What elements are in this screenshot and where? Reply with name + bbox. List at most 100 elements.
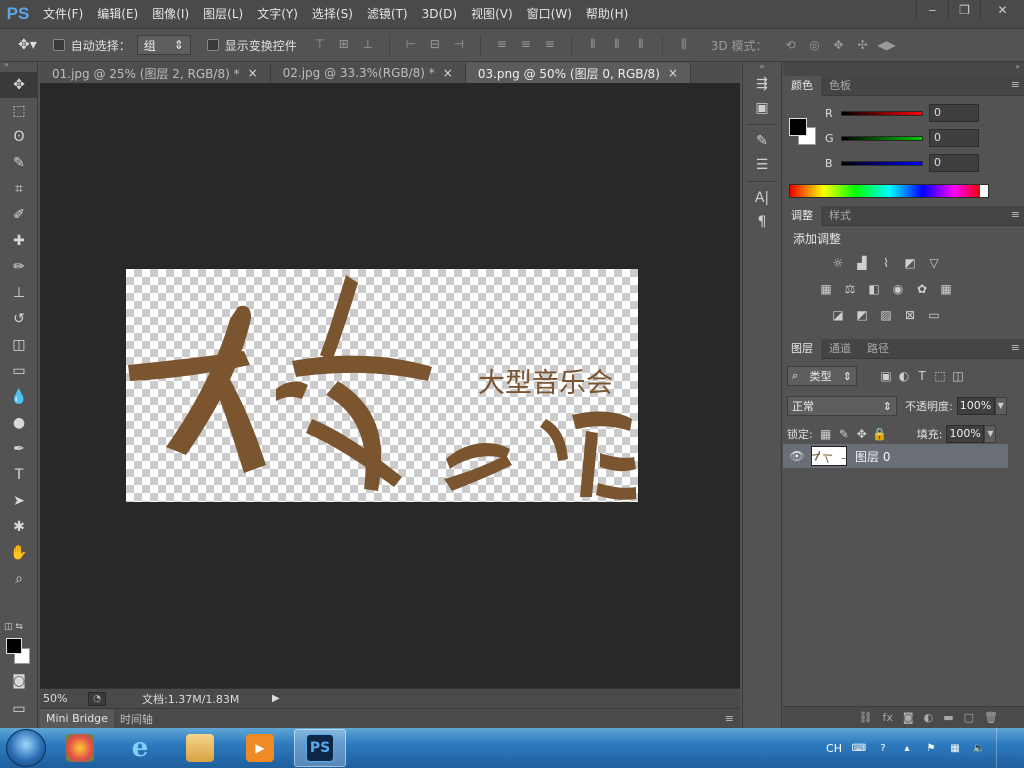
doc-tab-01[interactable]: 01.jpg @ 25% (图层 2, RGB/8) * ×	[40, 63, 271, 83]
layer-style-icon[interactable]: fx	[883, 711, 893, 724]
zoom-level[interactable]: 50%	[40, 692, 88, 705]
new-adjustment-icon[interactable]: ◐	[924, 711, 934, 724]
color-lookup-icon[interactable]: ▦	[937, 280, 955, 298]
history-icon[interactable]: ⇶	[743, 72, 781, 96]
tab-mini-bridge[interactable]: Mini Bridge	[40, 708, 114, 729]
menu-help[interactable]: 帮助(H)	[579, 0, 635, 28]
lock-all-icon[interactable]: 🔒	[871, 425, 889, 443]
menu-type[interactable]: 文字(Y)	[250, 0, 305, 28]
doc-tab-02[interactable]: 02.jpg @ 33.3%(RGB/8) * ×	[271, 63, 466, 83]
slider-blue[interactable]: B 0	[825, 152, 1015, 174]
close-button[interactable]: ✕	[980, 0, 1024, 20]
visibility-eye-icon[interactable]: 👁	[783, 449, 811, 463]
selective-color-icon[interactable]: ⊠	[901, 306, 919, 324]
move-tool-icon[interactable]: ✥	[0, 72, 38, 98]
align-vcenter-icon[interactable]: ⊞	[335, 35, 353, 53]
auto-select-checkbox[interactable]	[52, 39, 65, 51]
delete-layer-icon[interactable]: 🗑	[984, 711, 998, 724]
menu-view[interactable]: 视图(V)	[464, 0, 520, 28]
add-mask-icon[interactable]: ◙	[903, 711, 914, 724]
new-group-icon[interactable]: ▬	[943, 711, 953, 724]
volume-icon[interactable]: 🔈	[972, 741, 986, 755]
exposure-icon[interactable]: ◩	[901, 254, 919, 272]
brightness-icon[interactable]: ☼	[829, 254, 847, 272]
invert-icon[interactable]: ◪	[829, 306, 847, 324]
black-white-icon[interactable]: ◧	[865, 280, 883, 298]
network-icon[interactable]: ▦	[948, 741, 962, 755]
shape-tool-icon[interactable]: ✱	[0, 514, 38, 540]
panel-menu-icon[interactable]: ≡	[725, 712, 734, 725]
foreground-color-swatch[interactable]	[789, 118, 807, 136]
collapse-icon[interactable]: »	[783, 62, 1024, 76]
auto-select-target-select[interactable]: 组 ⇕	[136, 35, 191, 55]
help-icon[interactable]: ?	[876, 741, 890, 755]
marquee-tool-icon[interactable]: ⬚	[0, 98, 38, 124]
type-tool-icon[interactable]: T	[0, 462, 38, 488]
quick-select-tool-icon[interactable]: ✎	[0, 150, 38, 176]
distribute-bottom-icon[interactable]: ≡	[541, 35, 559, 53]
slide-3d-icon[interactable]: ✣	[854, 36, 872, 54]
blend-mode-select[interactable]: 正常 ⇕	[787, 396, 897, 416]
taskbar-media-player[interactable]: ▶	[234, 729, 286, 767]
path-select-tool-icon[interactable]: ➤	[0, 488, 38, 514]
auto-align-icon[interactable]: ⫼	[675, 35, 693, 53]
menu-layer[interactable]: 图层(L)	[196, 0, 250, 28]
tab-styles[interactable]: 样式	[821, 206, 859, 226]
fill-input[interactable]: 100%	[946, 425, 985, 443]
distribute-hcenter-icon[interactable]: ⫴	[608, 35, 626, 53]
tab-adjustments[interactable]: 调整	[783, 205, 821, 226]
slider-red[interactable]: R 0	[825, 102, 1015, 124]
pen-tool-icon[interactable]: ✒	[0, 436, 38, 462]
blur-tool-icon[interactable]: 💧	[0, 384, 38, 410]
eyedropper-tool-icon[interactable]: ✐	[0, 202, 38, 228]
layer-name[interactable]: 图层 0	[855, 448, 890, 465]
threshold-icon[interactable]: ▨	[877, 306, 895, 324]
start-button[interactable]	[6, 729, 46, 767]
color-spectrum[interactable]	[789, 184, 989, 198]
brush-tool-icon[interactable]: ✏	[0, 254, 38, 280]
slider-track[interactable]	[841, 160, 923, 166]
collapse-icon[interactable]: »	[0, 61, 37, 69]
hand-tool-icon[interactable]: ✋	[0, 540, 38, 566]
tab-channels[interactable]: 通道	[821, 339, 859, 359]
menu-filter[interactable]: 滤镜(T)	[360, 0, 415, 28]
lock-position-icon[interactable]: ✥	[853, 425, 871, 443]
layer-filter-select[interactable]: ⌕ 类型 ⇕	[787, 366, 857, 386]
menu-edit[interactable]: 编辑(E)	[90, 0, 145, 28]
posterize-icon[interactable]: ◩	[853, 306, 871, 324]
canvas-area[interactable]: 大型音乐会	[40, 83, 740, 688]
photo-filter-icon[interactable]: ◉	[889, 280, 907, 298]
status-menu-arrow[interactable]: ▶	[272, 693, 280, 704]
doc-tab-03[interactable]: 03.png @ 50% (图层 0, RGB/8) ×	[465, 63, 691, 83]
distribute-top-icon[interactable]: ≡	[493, 35, 511, 53]
menu-image[interactable]: 图像(I)	[145, 0, 196, 28]
vibrance-icon[interactable]: ▽	[925, 254, 943, 272]
tab-color[interactable]: 颜色	[783, 75, 821, 96]
brush-settings-icon[interactable]: ☰	[743, 153, 781, 177]
gradient-tool-icon[interactable]: ▭	[0, 358, 38, 384]
history-brush-tool-icon[interactable]: ↺	[0, 306, 38, 332]
minimize-button[interactable]: ‒	[916, 0, 948, 20]
slider-value[interactable]: 0	[929, 154, 979, 172]
taskbar-picasa[interactable]	[54, 729, 106, 767]
dodge-tool-icon[interactable]: ●	[0, 410, 38, 436]
taskbar-ie[interactable]: e	[114, 729, 166, 767]
restore-button[interactable]: ❐	[948, 0, 980, 20]
stamp-tool-icon[interactable]: ⊥	[0, 280, 38, 306]
taskbar-explorer[interactable]	[174, 729, 226, 767]
slider-value[interactable]: 0	[929, 129, 979, 147]
chevron-down-icon[interactable]: ▼	[984, 425, 997, 443]
show-desktop-button[interactable]	[996, 728, 1006, 768]
brush-presets-icon[interactable]: ✎	[743, 129, 781, 153]
healing-brush-tool-icon[interactable]: ✚	[0, 228, 38, 254]
new-layer-icon[interactable]: ▢	[964, 711, 974, 724]
filter-type-icon[interactable]: T	[913, 367, 931, 385]
zoom-tool-icon[interactable]: ⌕	[0, 566, 38, 592]
status-info-icon[interactable]: ◔	[88, 691, 106, 706]
lock-transparent-icon[interactable]: ▦	[817, 425, 835, 443]
show-transform-checkbox[interactable]	[206, 39, 219, 51]
roll-3d-icon[interactable]: ◎	[806, 36, 824, 54]
filter-smart-object-icon[interactable]: ◫	[949, 367, 967, 385]
drag-3d-icon[interactable]: ✥	[830, 36, 848, 54]
eraser-tool-icon[interactable]: ◫	[0, 332, 38, 358]
